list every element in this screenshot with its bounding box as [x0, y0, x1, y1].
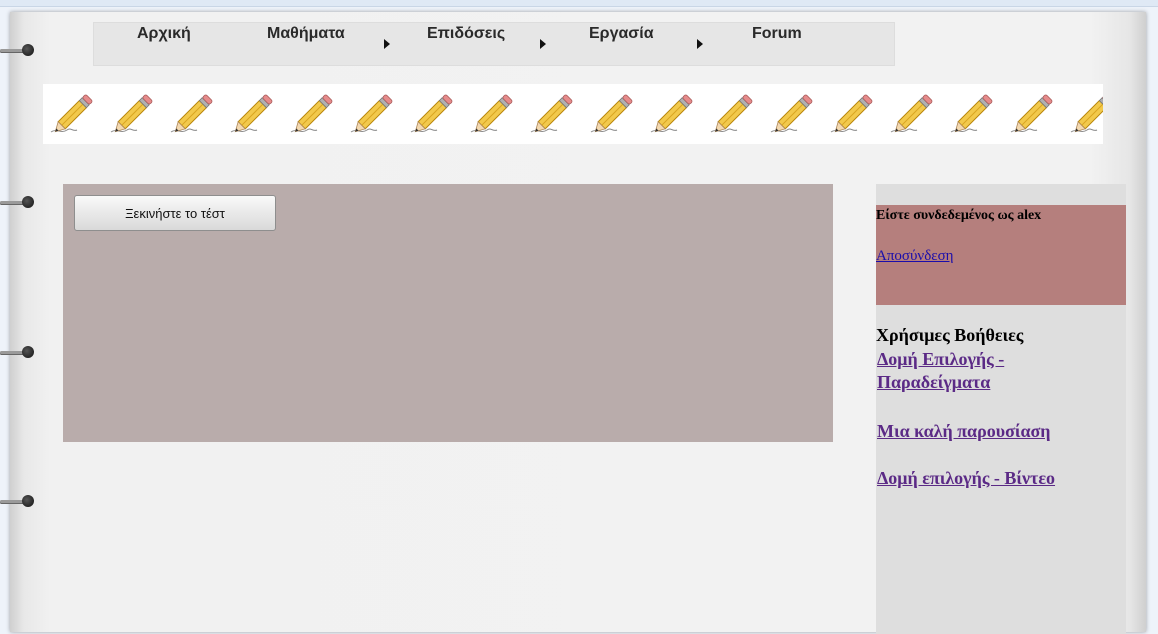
nav-item-assignment[interactable]: Εργασία — [589, 25, 654, 43]
nav-item-forum[interactable]: Forum — [752, 25, 802, 43]
nav-item-performance[interactable]: Επιδόσεις — [427, 25, 505, 43]
pencil-banner — [43, 84, 1103, 144]
sidebar: Είστε συνδεδεμένος ως alex Αποσύνδεση Χρ… — [876, 184, 1126, 634]
submenu-arrow-icon — [384, 39, 390, 49]
pencil-icon — [410, 94, 453, 133]
pencil-icon — [950, 94, 993, 133]
binder-ring — [0, 495, 40, 509]
main-navigation: Αρχική Μαθήματα Επιδόσεις Εργασία Forum — [93, 22, 895, 66]
help-link-examples[interactable]: Δομή Επιλογής - Παραδείγματα — [877, 348, 1117, 394]
pencil-icon — [1010, 94, 1053, 133]
pencil-icon — [650, 94, 693, 133]
main-content-panel: Ξεκινήστε το τέστ — [63, 184, 833, 442]
pencil-icon — [1070, 94, 1103, 133]
pencil-icon — [590, 94, 633, 133]
submenu-arrow-icon — [697, 39, 703, 49]
help-link-video[interactable]: Δομή επιλογής - Βίντεο — [877, 467, 1117, 490]
help-link-presentation[interactable]: Μια καλή παρουσίαση — [877, 420, 1117, 443]
start-test-button[interactable]: Ξεκινήστε το τέστ — [74, 195, 276, 231]
binder-ring — [0, 44, 40, 58]
pencil-icon — [890, 94, 933, 133]
pencil-icon — [230, 94, 273, 133]
pencil-icon — [470, 94, 513, 133]
nav-item-home[interactable]: Αρχική — [137, 25, 191, 43]
pencil-icon — [710, 94, 753, 133]
pencil-icon — [50, 94, 93, 133]
pencil-icon — [830, 94, 873, 133]
logged-in-text: Είστε συνδεδεμένος ως alex — [876, 208, 1042, 223]
pencil-icon — [770, 94, 813, 133]
nav-item-lessons[interactable]: Μαθήματα — [267, 25, 345, 43]
binder-ring — [0, 196, 40, 210]
pencil-icon — [290, 94, 333, 133]
pencil-icon — [170, 94, 213, 133]
browser-edge — [0, 0, 1158, 7]
pencil-icon — [110, 94, 153, 133]
pencil-icon — [350, 94, 393, 133]
binder-ring — [0, 346, 40, 360]
login-status-box: Είστε συνδεδεμένος ως alex Αποσύνδεση — [876, 205, 1126, 305]
help-section-title: Χρήσιμες Βοήθειες — [876, 325, 1024, 345]
logout-link[interactable]: Αποσύνδεση — [876, 248, 954, 265]
pencil-icon — [530, 94, 573, 133]
submenu-arrow-icon — [540, 39, 546, 49]
